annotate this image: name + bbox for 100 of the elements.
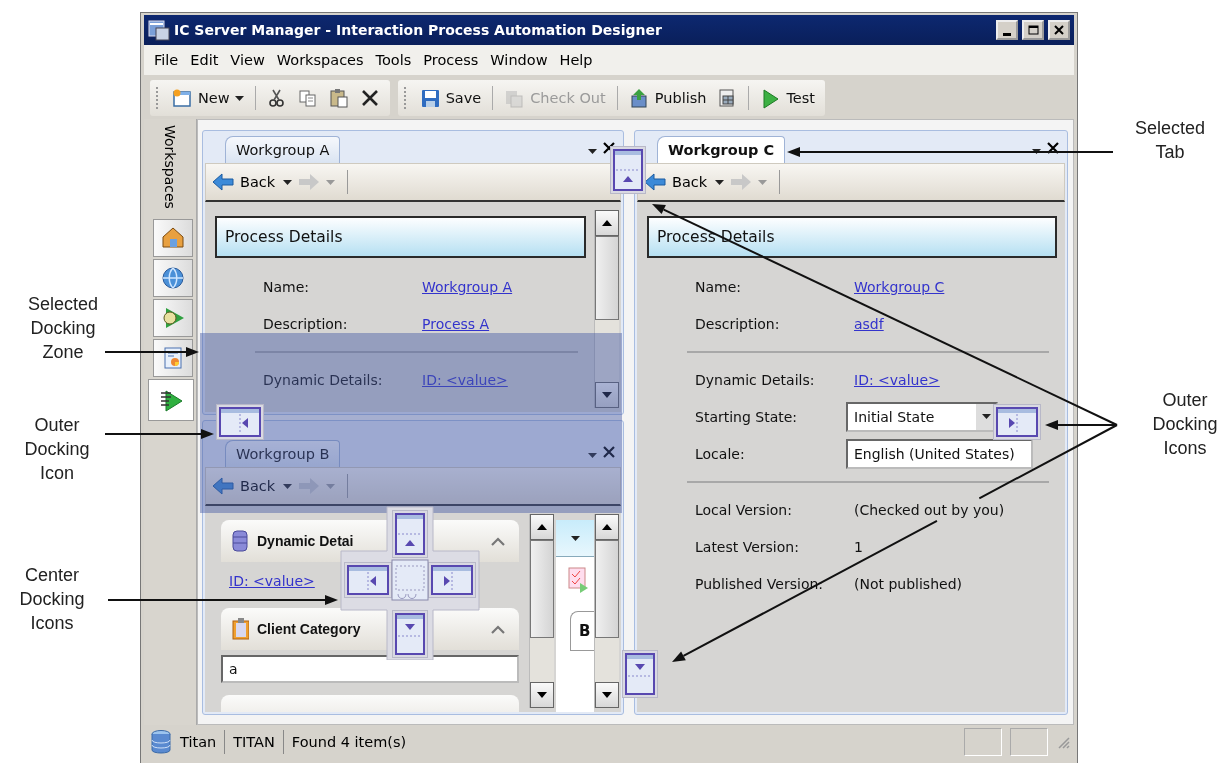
value-link[interactable]: ID: <value> [854, 371, 940, 388]
caret-icon [570, 535, 580, 541]
minimize-button[interactable] [996, 20, 1018, 40]
scroll-up-button[interactable] [530, 514, 554, 540]
back-button[interactable]: Back [210, 475, 278, 497]
new-icon [172, 87, 193, 109]
caret-icon [234, 95, 244, 101]
status-panel [964, 727, 1002, 756]
caret-icon [588, 149, 597, 154]
back-arrow-icon [212, 173, 234, 191]
menu-item[interactable]: Tools [369, 52, 418, 68]
publish-button[interactable]: Publish [624, 85, 711, 111]
menu-item[interactable]: View [224, 52, 271, 68]
save-button[interactable]: Save [415, 85, 486, 111]
maximize-icon [1027, 25, 1039, 35]
field-value: 1 [854, 538, 863, 555]
back-arrow-icon [212, 477, 234, 495]
checklist-icon [566, 565, 590, 593]
window-title: IC Server Manager - Interaction Process Automation Designer [174, 22, 662, 38]
field-label: Name: [695, 278, 742, 295]
test-button[interactable]: Test [756, 85, 819, 111]
status-text: Titan [180, 733, 217, 750]
field-value: (Checked out by you) [854, 501, 1005, 518]
field-label: Latest Version: [695, 538, 799, 555]
x-icon [359, 88, 380, 108]
resize-grip-icon [1056, 734, 1070, 749]
field-label: Dynamic Details: [263, 371, 383, 388]
menu-item[interactable]: Workspaces [270, 52, 370, 68]
section-header: Process Details [215, 216, 586, 258]
field-label: Description: [263, 315, 348, 332]
value-link[interactable]: asdf [854, 315, 884, 332]
value-link[interactable]: Workgroup A [422, 278, 513, 295]
callout-label: Outer Docking Icon [24, 414, 90, 485]
up-arrow-icon [602, 524, 612, 530]
status-text: Found 4 item(s) [291, 733, 407, 750]
scroll-thumb[interactable] [530, 540, 554, 638]
app-icon [148, 19, 170, 41]
vertical-scrollbar[interactable] [529, 514, 554, 708]
callout-label: Center Docking Icons [19, 564, 85, 635]
workspaces-label: Workspaces [162, 125, 178, 209]
caret-icon [1032, 149, 1041, 154]
scroll-down-button[interactable] [530, 682, 554, 708]
status-text: TITAN [233, 733, 275, 750]
group-icon [231, 529, 249, 553]
forward-arrow-icon [298, 173, 321, 191]
back-arrow-icon [644, 173, 666, 191]
close-icon [603, 142, 615, 154]
input-field[interactable]: a [221, 655, 519, 683]
field-label: Local Version: [695, 501, 792, 518]
scroll-thumb[interactable] [595, 236, 619, 320]
database-icon [150, 728, 172, 755]
field-label: Name: [263, 278, 310, 295]
callout-label: Selected Docking Zone [27, 293, 99, 364]
menu-item[interactable]: Window [484, 52, 554, 68]
scissors-icon [266, 88, 287, 108]
scroll-down-button[interactable] [595, 682, 619, 708]
field-label: Starting State: [695, 408, 798, 425]
caret-icon [981, 414, 991, 419]
down-arrow-icon [602, 692, 612, 698]
forward-arrow-icon [730, 173, 753, 191]
scroll-up-button[interactable] [595, 514, 619, 540]
panel-tab[interactable]: Workgroup A [225, 136, 341, 163]
vertical-scrollbar[interactable] [594, 514, 619, 708]
caret-icon [758, 179, 768, 185]
group-title: Client Category [257, 621, 361, 637]
panel-tab[interactable]: B [570, 611, 594, 651]
status-panel [1010, 727, 1048, 756]
panel-tab[interactable]: Workgroup C [657, 136, 786, 163]
close-icon [603, 446, 615, 458]
value-link[interactable]: ID: <value> [229, 573, 315, 589]
dropdown[interactable]: Initial State [846, 401, 998, 432]
callout-label: Outer Docking Icons [1152, 389, 1218, 460]
back-button[interactable]: Back [210, 171, 278, 193]
menu-item[interactable]: Process [417, 52, 485, 68]
field-value: (Not published) [854, 575, 962, 592]
value-link[interactable]: Process A [422, 315, 490, 332]
menu-item[interactable]: File [148, 52, 185, 68]
workspace-tab[interactable] [153, 338, 193, 377]
menu-item[interactable]: Help [553, 52, 599, 68]
close-icon [1047, 142, 1059, 154]
down-arrow-icon [602, 392, 612, 398]
caret-icon [326, 179, 336, 185]
close-icon [1054, 25, 1064, 35]
up-arrow-icon [537, 524, 547, 530]
scroll-thumb[interactable] [595, 540, 619, 638]
field-label: Published Version: [695, 575, 824, 592]
menu-item[interactable]: Edit [184, 52, 225, 68]
input-field[interactable]: English (United States) [846, 438, 1033, 469]
dock-right-icon [993, 404, 1041, 440]
group-icon [231, 617, 249, 641]
caret-icon [326, 483, 336, 489]
scroll-up-button[interactable] [595, 210, 619, 236]
scroll-down-button[interactable] [595, 382, 619, 408]
maximize-button[interactable] [1022, 20, 1044, 40]
close-button[interactable] [1048, 20, 1070, 40]
save-icon [419, 87, 441, 109]
value-link[interactable]: Workgroup C [854, 278, 945, 295]
panel-tab[interactable]: Workgroup B [225, 440, 341, 467]
back-button[interactable]: Back [642, 171, 710, 193]
vertical-scrollbar[interactable] [594, 210, 619, 408]
